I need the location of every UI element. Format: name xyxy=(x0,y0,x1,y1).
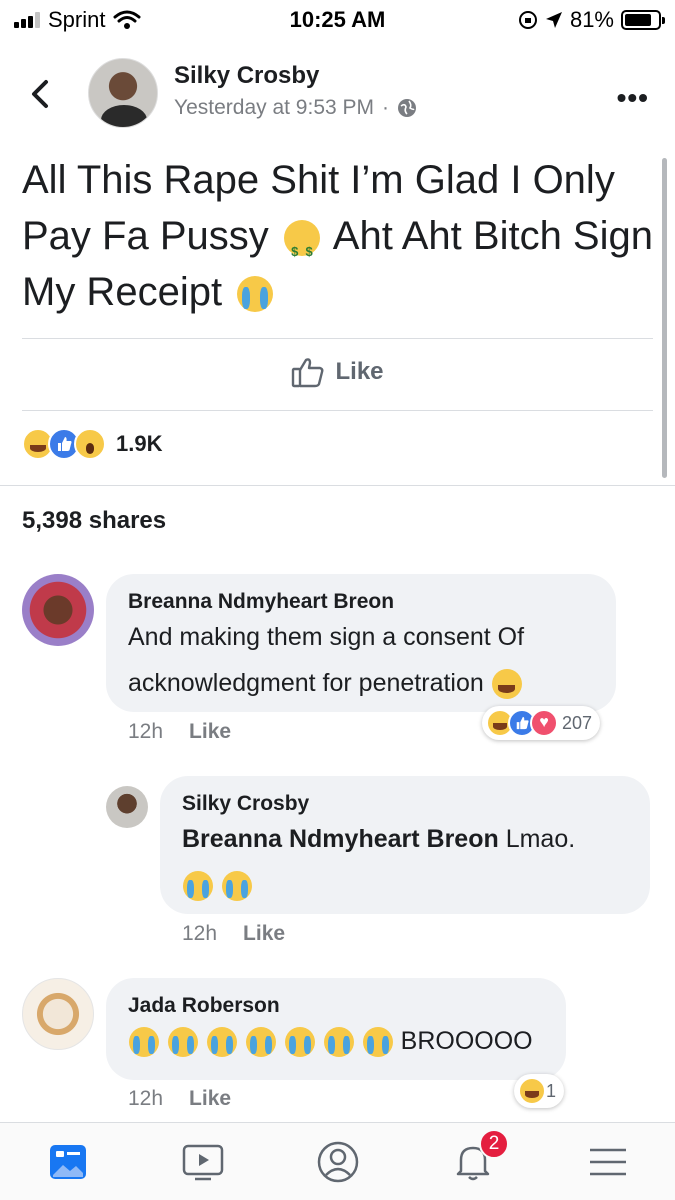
comment-actions: 12h Like xyxy=(128,1087,231,1111)
crying-emoji-icon xyxy=(237,276,274,313)
status-bar: Sprint 10:25 AM 81% xyxy=(0,0,675,40)
crying-emoji-icon xyxy=(167,1027,198,1058)
comment-bubble: Jada Roberson BROOOOO xyxy=(106,978,566,1080)
comment-reactions[interactable]: 1 xyxy=(514,1074,565,1108)
scrollbar[interactable] xyxy=(662,158,667,478)
laughing-emoji-icon xyxy=(491,669,522,700)
more-icon[interactable]: ••• xyxy=(617,82,649,114)
crying-emoji-icon xyxy=(323,1027,354,1058)
battery-icon xyxy=(621,10,665,30)
nav-profile[interactable] xyxy=(270,1123,405,1200)
orientation-lock-icon xyxy=(518,11,537,29)
globe-icon xyxy=(398,99,417,117)
comment-author[interactable]: Jada Roberson xyxy=(128,994,544,1018)
post-meta: Yesterday at 9:53 PM · xyxy=(174,96,417,120)
comment-text: Breanna Ndmyheart Breon Lmao. xyxy=(182,816,628,908)
commenter-avatar[interactable] xyxy=(22,574,94,646)
post-reactions[interactable]: 1.9K xyxy=(22,428,162,460)
comment-actions: 12h Like xyxy=(182,922,285,946)
comment-like-button[interactable]: Like xyxy=(189,1087,231,1111)
nav-notifications[interactable]: 2 xyxy=(405,1123,540,1200)
author-avatar[interactable] xyxy=(88,58,158,128)
reaction-count: 1.9K xyxy=(116,431,163,456)
post-text-line3: My Receipt xyxy=(22,264,662,320)
section-divider xyxy=(0,485,675,486)
comment-time: 12h xyxy=(128,720,164,743)
post-author[interactable]: Silky Crosby xyxy=(174,62,319,90)
post-text-line1: All This Rape Shit I’m Glad I Only xyxy=(22,158,615,202)
divider xyxy=(22,410,653,411)
profile-icon xyxy=(317,1141,358,1182)
news-feed-icon xyxy=(49,1144,86,1179)
battery-percent: 81% xyxy=(569,7,614,32)
wow-reaction-icon xyxy=(74,428,106,460)
comment-reactions[interactable]: ♥ 207 xyxy=(482,706,601,740)
crying-emoji-icon xyxy=(206,1027,237,1058)
back-icon[interactable] xyxy=(22,72,62,116)
post-text-line2: Pay Fa Pussy Aht Aht Bitch Sign xyxy=(22,208,662,280)
love-reaction-icon: ♥ xyxy=(530,709,558,737)
nav-watch[interactable] xyxy=(135,1123,270,1200)
comment-like-button[interactable]: Like xyxy=(243,922,285,946)
status-right: 81% xyxy=(518,7,665,33)
comment-mention[interactable]: Breanna Ndmyheart Breon xyxy=(182,825,499,853)
meta-separator: · xyxy=(382,96,390,119)
menu-icon xyxy=(589,1148,626,1175)
post-text: All This Rape Shit I’m Glad I Only Pay F… xyxy=(22,152,662,320)
crying-emoji-icon xyxy=(129,1027,159,1058)
crying-emoji-icon xyxy=(284,1027,315,1058)
like-label: Like xyxy=(335,358,384,385)
location-icon xyxy=(545,12,562,28)
haha-reaction-icon xyxy=(518,1077,546,1105)
comment-time: 12h xyxy=(128,1087,164,1110)
like-thumb-icon xyxy=(292,358,324,388)
comment-like-button[interactable]: Like xyxy=(189,720,231,744)
watch-icon xyxy=(182,1144,223,1180)
crying-emoji-icon xyxy=(362,1027,393,1058)
nav-news-feed[interactable] xyxy=(0,1123,135,1200)
comment-text: BROOOOO xyxy=(128,1018,544,1064)
comment-bubble: Breanna Ndmyheart Breon And making them … xyxy=(106,574,616,712)
post-timestamp[interactable]: Yesterday at 9:53 PM xyxy=(174,96,374,120)
bottom-nav: 2 xyxy=(0,1122,675,1200)
nav-menu[interactable] xyxy=(540,1123,675,1200)
crying-emoji-icon xyxy=(245,1027,276,1058)
crying-emoji-icon xyxy=(221,871,252,902)
comment-author[interactable]: Silky Crosby xyxy=(182,792,628,816)
shares-count[interactable]: 5,398 shares xyxy=(22,507,166,535)
comment-author[interactable]: Breanna Ndmyheart Breon xyxy=(128,590,594,614)
money-mouth-emoji-icon xyxy=(283,220,320,280)
notification-badge: 2 xyxy=(479,1129,509,1159)
crying-emoji-icon xyxy=(183,871,213,902)
comment-text: And making them sign a consent Of acknow… xyxy=(128,614,594,706)
comment-time: 12h xyxy=(182,922,218,945)
divider xyxy=(22,338,653,339)
comment-actions: 12h Like xyxy=(128,720,231,744)
commenter-avatar[interactable] xyxy=(106,786,148,828)
commenter-avatar[interactable] xyxy=(22,978,94,1050)
like-button[interactable]: Like xyxy=(0,356,675,388)
comment-bubble: Silky Crosby Breanna Ndmyheart Breon Lma… xyxy=(160,776,650,914)
comment-reaction-count: 207 xyxy=(562,712,593,733)
comment-reaction-count: 1 xyxy=(546,1080,557,1101)
